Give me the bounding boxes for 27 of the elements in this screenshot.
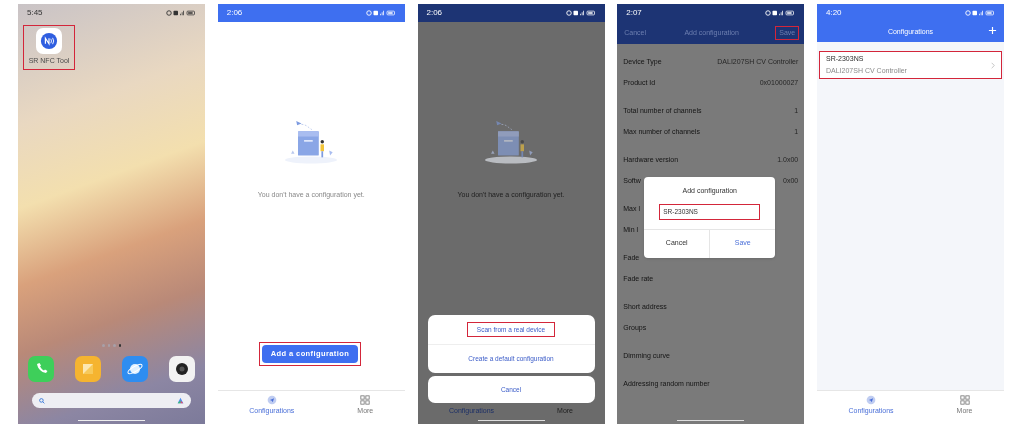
status-icons [565,10,596,16]
camera-icon[interactable] [169,356,195,382]
home-indicator [78,419,145,421]
status-icons [965,10,995,16]
status-icons [365,10,396,16]
globe-icon[interactable] [122,356,148,382]
grid-icon [959,395,970,405]
home-indicator [477,419,545,421]
search-bar[interactable] [32,393,191,408]
status-time: 2:07 [626,7,642,19]
status-time: 5:45 [27,7,43,19]
send-icon [866,395,877,405]
search-icon [39,397,45,404]
status-icons [765,10,796,16]
phone-icon[interactable] [28,356,54,382]
send-icon [266,395,277,405]
status-time: 4:20 [826,7,842,19]
chevron-icon [991,61,995,69]
triangle-icon [177,397,184,404]
grid-icon [360,395,371,405]
status-time: 2:06 [226,7,243,19]
status-time: 2:06 [426,7,443,19]
home-indicator [677,419,745,421]
nfc-app-icon [36,28,62,54]
add-icon[interactable] [988,26,997,35]
status-icons [166,10,196,16]
notes-icon[interactable] [75,356,101,382]
